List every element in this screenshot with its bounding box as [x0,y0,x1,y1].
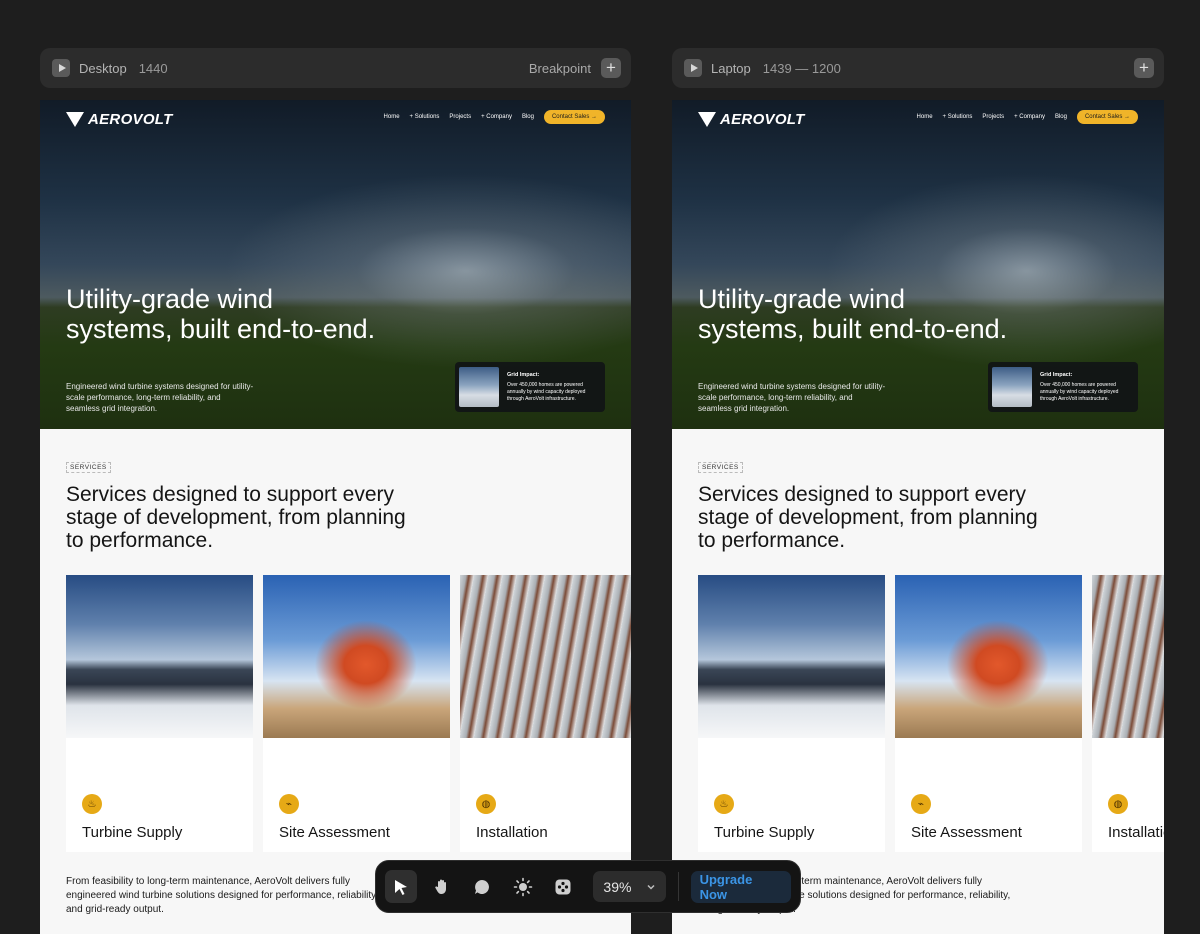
service-card[interactable]: ◍ Installation [460,575,631,852]
play-icon[interactable] [684,59,702,77]
brand-logo[interactable]: AEROVOLT [698,111,805,128]
card-image [460,575,631,738]
service-card[interactable]: ♨ Turbine Supply [698,575,885,852]
frame-header-laptop[interactable]: Laptop 1439 — 1200 + [672,48,1164,88]
grid-impact-title: Grid Impact: [507,371,540,378]
sun-icon [513,877,532,896]
flame-icon: ♨ [714,794,734,814]
card-title: Site Assessment [911,824,1022,841]
component-icon [555,879,571,894]
hand-icon [435,879,446,894]
service-card[interactable]: ♨ Turbine Supply [66,575,253,852]
nav-projects[interactable]: Projects [449,114,471,120]
comment-icon [475,879,490,894]
add-breakpoint-button[interactable]: + [1134,58,1154,78]
logo-icon [698,112,716,127]
card-image [698,575,885,738]
logo-icon [66,112,84,127]
zoom-value: 39% [603,878,632,895]
hero-title: Utility-grade wind systems, built end-to… [66,284,376,344]
services-tag: SERVICES [698,462,743,473]
pointer-tool[interactable] [385,870,418,903]
hero-title: Utility-grade wind systems, built end-to… [698,284,1008,344]
frame-header-desktop[interactable]: Desktop 1440 Breakpoint + [40,48,631,88]
frame-name: Desktop [79,60,127,76]
drop-icon: ◍ [1108,794,1128,814]
nav-company[interactable]: + Company [1014,114,1045,120]
nav-home[interactable]: Home [917,114,933,120]
services-body: From feasibility to long-term maintenanc… [66,876,379,915]
services-title: Services designed to support every stage… [698,483,1038,552]
drop-icon: ◍ [476,794,496,814]
card-title: Site Assessment [279,824,390,841]
service-card[interactable]: ⌁ Site Assessment [263,575,450,852]
card-title: Installation [476,824,548,841]
top-nav: Home + Solutions Projects + Company Blog… [384,110,605,124]
grid-impact-image [459,367,499,407]
add-breakpoint-button[interactable]: + [601,58,621,78]
services-tag: SERVICES [66,462,111,473]
grid-impact-image [992,367,1032,407]
site-preview-laptop: AEROVOLT Home + Solutions Projects + Com… [672,100,1164,934]
site-preview-desktop: AEROVOLT Home + Solutions Projects + Com… [40,100,631,934]
hero-section: AEROVOLT Home + Solutions Projects + Com… [40,100,631,429]
flame-icon: ♨ [82,794,102,814]
breakpoint-label[interactable]: Breakpoint [529,61,591,76]
nav-blog[interactable]: Blog [1055,114,1067,120]
theme-tool[interactable] [506,870,538,903]
grid-impact-text: Over 450,000 homes are powered annually … [507,381,586,402]
nav-blog[interactable]: Blog [522,114,534,120]
nav-projects[interactable]: Projects [982,114,1004,120]
nav-solutions[interactable]: + Solutions [410,114,440,120]
zoom-select[interactable]: 39% [593,871,666,902]
play-icon[interactable] [52,59,70,77]
wind-icon: ⌁ [279,794,299,814]
toolbar-divider [677,872,679,901]
service-card[interactable]: ⌁ Site Assessment [895,575,1082,852]
brand-logo[interactable]: AEROVOLT [66,111,173,128]
service-card[interactable]: ◍ Installation [1092,575,1164,852]
grid-impact-card: Grid Impact: Over 450,000 homes are power… [455,362,605,412]
nav-solutions[interactable]: + Solutions [943,114,973,120]
chevron-down-icon [647,884,655,890]
card-image [66,575,253,738]
card-image [263,575,450,738]
component-tool[interactable] [547,870,579,903]
hero-section: AEROVOLT Home + Solutions Projects + Com… [672,100,1164,429]
service-cards: ♨ Turbine Supply ⌁ Site Assessment ◍ Ins… [66,575,631,852]
nav-company[interactable]: + Company [481,114,512,120]
canvas-toolbar: 39% Upgrade Now [375,860,801,913]
comment-tool[interactable] [466,870,498,903]
pointer-icon [395,879,408,895]
contact-sales-button[interactable]: Contact Sales → [543,110,605,124]
wind-icon: ⌁ [911,794,931,814]
frame-name: Laptop [711,60,751,76]
top-nav: Home + Solutions Projects + Company Blog… [917,110,1138,124]
nav-home[interactable]: Home [384,114,400,120]
card-image [895,575,1082,738]
service-cards: ♨ Turbine Supply ⌁ Site Assessment ◍ Ins… [698,575,1164,852]
grid-impact-title: Grid Impact: [1040,371,1073,378]
contact-sales-button[interactable]: Contact Sales → [1076,110,1138,124]
frame-range: 1439 — 1200 [762,60,841,76]
hero-subtitle: Engineered wind turbine systems designed… [66,382,254,413]
grid-impact-text: Over 450,000 homes are powered annually … [1040,381,1119,402]
hand-tool[interactable] [425,870,457,903]
card-image [1092,575,1164,738]
hero-subtitle: Engineered wind turbine systems designed… [698,382,886,413]
card-title: Turbine Supply [714,824,815,841]
card-title: Turbine Supply [82,824,183,841]
card-title: Installation [1108,824,1164,841]
frame-range: 1440 [138,60,168,76]
grid-impact-card: Grid Impact: Over 450,000 homes are power… [988,362,1138,412]
upgrade-now-button[interactable]: Upgrade Now [690,870,792,903]
services-title: Services designed to support every stage… [66,483,406,552]
